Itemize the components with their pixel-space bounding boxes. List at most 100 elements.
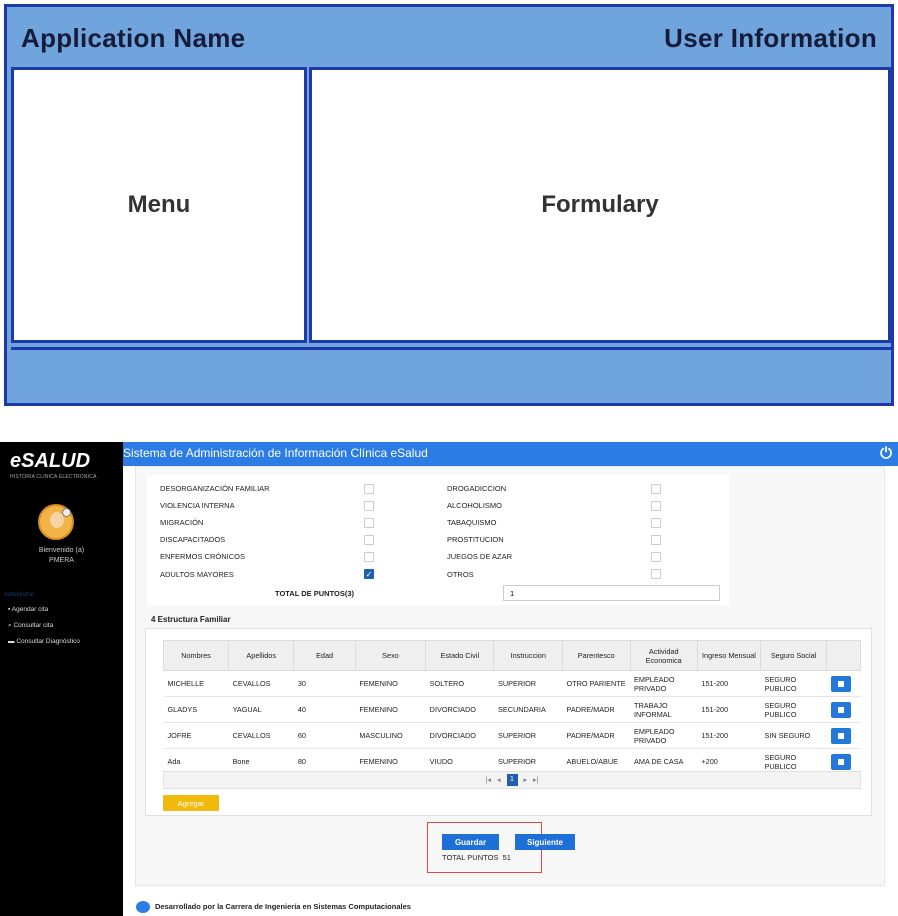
prev-page-icon[interactable]: ◂ <box>497 776 501 784</box>
table-row: GLADYS YAGUAL 40 FEMENINO DIVORCIADO SEC… <box>163 696 861 723</box>
risk-factor-checkbox[interactable] <box>364 535 374 545</box>
table-cell: EMPLEADO PRIVADO <box>630 670 698 697</box>
risk-factor-checkbox[interactable] <box>364 518 374 528</box>
sidebar-section-administrar[interactable]: Administrar <box>0 592 123 602</box>
table-cell: SIN SEGURO <box>760 722 827 749</box>
wireframe-menu-region: Menu <box>11 67 307 343</box>
table-cell: SEGURO PUBLICO <box>760 696 827 723</box>
sidebar-item-label: Consultar Diagnóstico <box>16 638 80 645</box>
next-page-icon[interactable]: ▸ <box>524 776 528 784</box>
column-header: Actividad Economica <box>629 640 698 671</box>
table-cell: 151-200 <box>697 670 761 697</box>
risk-factor-label: VIOLENCIA INTERNA <box>160 501 235 510</box>
first-page-icon[interactable]: |◂ <box>486 776 491 784</box>
risk-factor-checkbox[interactable] <box>651 569 661 579</box>
column-header: Ingreso Mensual <box>696 640 762 671</box>
table-cell: TRABAJO INFORMAL <box>630 696 698 723</box>
wireframe-user-information: User Information <box>664 23 877 53</box>
welcome-username: PMERA <box>49 557 74 564</box>
column-header: Edad <box>293 640 356 671</box>
column-header: Sexo <box>354 640 427 671</box>
risk-factor-checkbox[interactable] <box>651 535 661 545</box>
layout-wireframe: Application Name User Information Menu F… <box>4 4 894 406</box>
total-points-value: 51 <box>502 853 511 862</box>
table-cell: SEGURO PUBLICO <box>760 670 827 697</box>
wireframe-app-name: Application Name <box>21 23 246 53</box>
save-button[interactable]: Guardar <box>442 834 499 850</box>
column-header: Seguro Social <box>760 640 828 671</box>
risk-factor-checkbox[interactable] <box>651 484 661 494</box>
table-cell: CEVALLOS <box>228 722 294 749</box>
table-cell: 30 <box>293 670 356 697</box>
app-logo-subtitle: HISTORIA CLINICA ELECTRONICA <box>10 474 97 480</box>
system-title: Sistema de Administración de Información… <box>123 446 428 460</box>
university-logo-icon <box>136 901 150 913</box>
risk-factor-label: JUEGOS DE AZAR <box>447 552 513 561</box>
table-header-row: Nombres Apellidos Edad Sexo Estado Civil… <box>162 640 861 671</box>
folder-icon: ▬ <box>8 638 15 645</box>
edit-row-button[interactable] <box>830 753 851 770</box>
risk-factor-label: TABAQUISMO <box>447 518 497 527</box>
edit-row-button[interactable] <box>830 675 851 692</box>
wireframe-menu-label: Menu <box>127 191 191 218</box>
table-cell: 40 <box>293 696 356 723</box>
table-cell-actions <box>826 670 861 697</box>
sidebar-item-agendar-cita[interactable]: ▪ Agendar cita <box>8 606 48 613</box>
table-cell: DIVORCIADO <box>425 696 494 723</box>
table-cell: MICHELLE <box>163 670 229 697</box>
table-cell: SOLTERO <box>425 670 494 697</box>
add-family-member-button[interactable]: Agregar <box>163 795 219 811</box>
risk-factor-label: ADULTOS MAYORES <box>160 570 234 579</box>
table-cell: OTRO PARIENTE <box>562 670 630 697</box>
table-cell-actions <box>826 722 861 749</box>
table-pager: |◂ ◂ 1 ▸ ▸| <box>163 771 861 789</box>
edit-row-button[interactable] <box>830 727 851 744</box>
risk-factor-label: ENFERMOS CRÓNICOS <box>160 552 246 561</box>
status-dot-icon <box>62 508 71 517</box>
power-icon[interactable]: ⏻ <box>880 445 892 462</box>
edit-row-button[interactable] <box>830 701 851 718</box>
table-cell: CEVALLOS <box>228 670 294 697</box>
table-cell: 151-200 <box>697 722 761 749</box>
last-page-icon[interactable]: ▸| <box>533 776 538 784</box>
risk-factor-checkbox[interactable] <box>651 518 661 528</box>
current-page-button[interactable]: 1 <box>506 774 518 786</box>
top-bar: Sistema de Administración de Información… <box>123 442 898 466</box>
family-section-title: 4 Estructura Familiar <box>151 615 231 624</box>
total-points-label: TOTAL PUNTOS <box>442 853 499 862</box>
family-table: Nombres Apellidos Edad Sexo Estado Civil… <box>162 640 861 775</box>
search-icon: ⌕ <box>8 622 12 629</box>
risk-factor-checkbox[interactable] <box>651 501 661 511</box>
risk-factor-checkbox-checked[interactable]: ✓ <box>364 569 374 579</box>
wireframe-form-label: Formulary <box>541 191 659 218</box>
table-cell: PADRE/MADR <box>562 696 630 723</box>
risk-factor-label: MIGRACIÓN <box>160 518 204 527</box>
risk-total-field[interactable]: 1 <box>503 585 720 601</box>
risk-factor-label: ALCOHOLISMO <box>447 501 503 510</box>
table-cell: SUPERIOR <box>493 670 563 697</box>
sidebar-item-label: Consultar cita <box>13 622 54 629</box>
wireframe-footer <box>11 347 891 403</box>
sidebar-item-consultar-diagnostico[interactable]: ▬ Consultar Diagnóstico <box>8 638 80 645</box>
table-cell-actions <box>826 696 861 723</box>
risk-factor-checkbox[interactable] <box>364 484 374 494</box>
table-cell: YAGUAL <box>228 696 294 723</box>
sidebar-item-consultar-cita[interactable]: ⌕ Consultar cita <box>8 622 53 630</box>
next-button[interactable]: Siguiente <box>515 834 575 850</box>
risk-factor-checkbox[interactable] <box>651 552 661 562</box>
column-header: Instruccion <box>493 640 564 671</box>
risk-factor-checkbox[interactable] <box>364 552 374 562</box>
table-cell: 60 <box>293 722 356 749</box>
table-cell: EMPLEADO PRIVADO <box>630 722 698 749</box>
welcome-greeting: Bienvenido (a) <box>38 547 85 554</box>
table-cell: MASCULINO <box>355 722 426 749</box>
risk-factor-label: DISCAPACITADOS <box>160 535 226 544</box>
column-header: Estado Civil <box>425 640 495 671</box>
wireframe-form-region: Formulary <box>309 67 891 343</box>
table-cell: DIVORCIADO <box>425 722 494 749</box>
risk-factor-checkbox[interactable] <box>364 501 374 511</box>
sidebar: eSALUD HISTORIA CLINICA ELECTRONICA Bien… <box>0 442 123 916</box>
table-cell: JOFRE <box>163 722 229 749</box>
welcome-text: Bienvenido (a) PMERA <box>0 546 123 566</box>
footer-credit: Desarrollado por la Carrera de Ingenierí… <box>155 902 411 911</box>
